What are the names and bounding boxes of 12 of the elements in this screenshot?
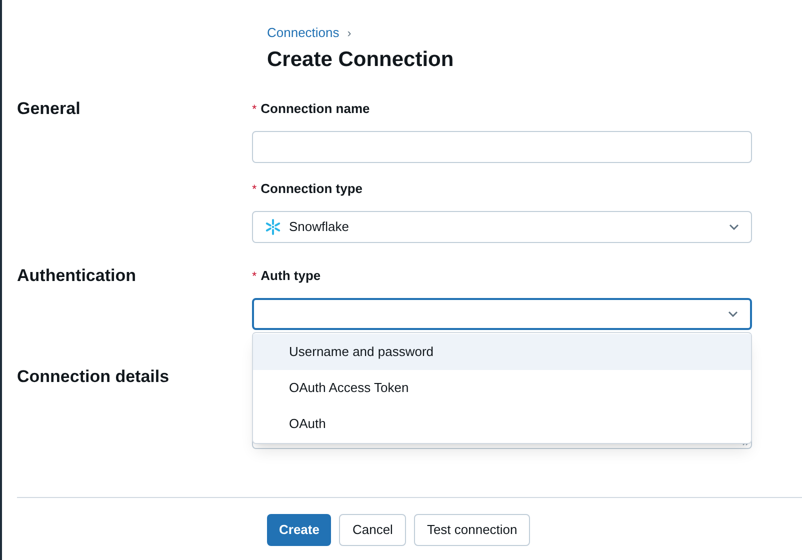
required-asterisk: * (252, 103, 257, 115)
section-title: General (17, 99, 82, 119)
required-asterisk: * (252, 270, 257, 282)
field-label: Connection type (260, 180, 363, 198)
section-title: Connection details (17, 367, 170, 387)
field-label: Connection name (260, 100, 370, 118)
required-asterisk: * (252, 183, 257, 195)
page-title: Create Connection (267, 47, 455, 73)
field-label: Auth type (260, 267, 321, 286)
select-value: Snowflake (289, 218, 349, 236)
section-title: Authentication (17, 266, 137, 286)
breadcrumb-separator: › (347, 25, 352, 42)
